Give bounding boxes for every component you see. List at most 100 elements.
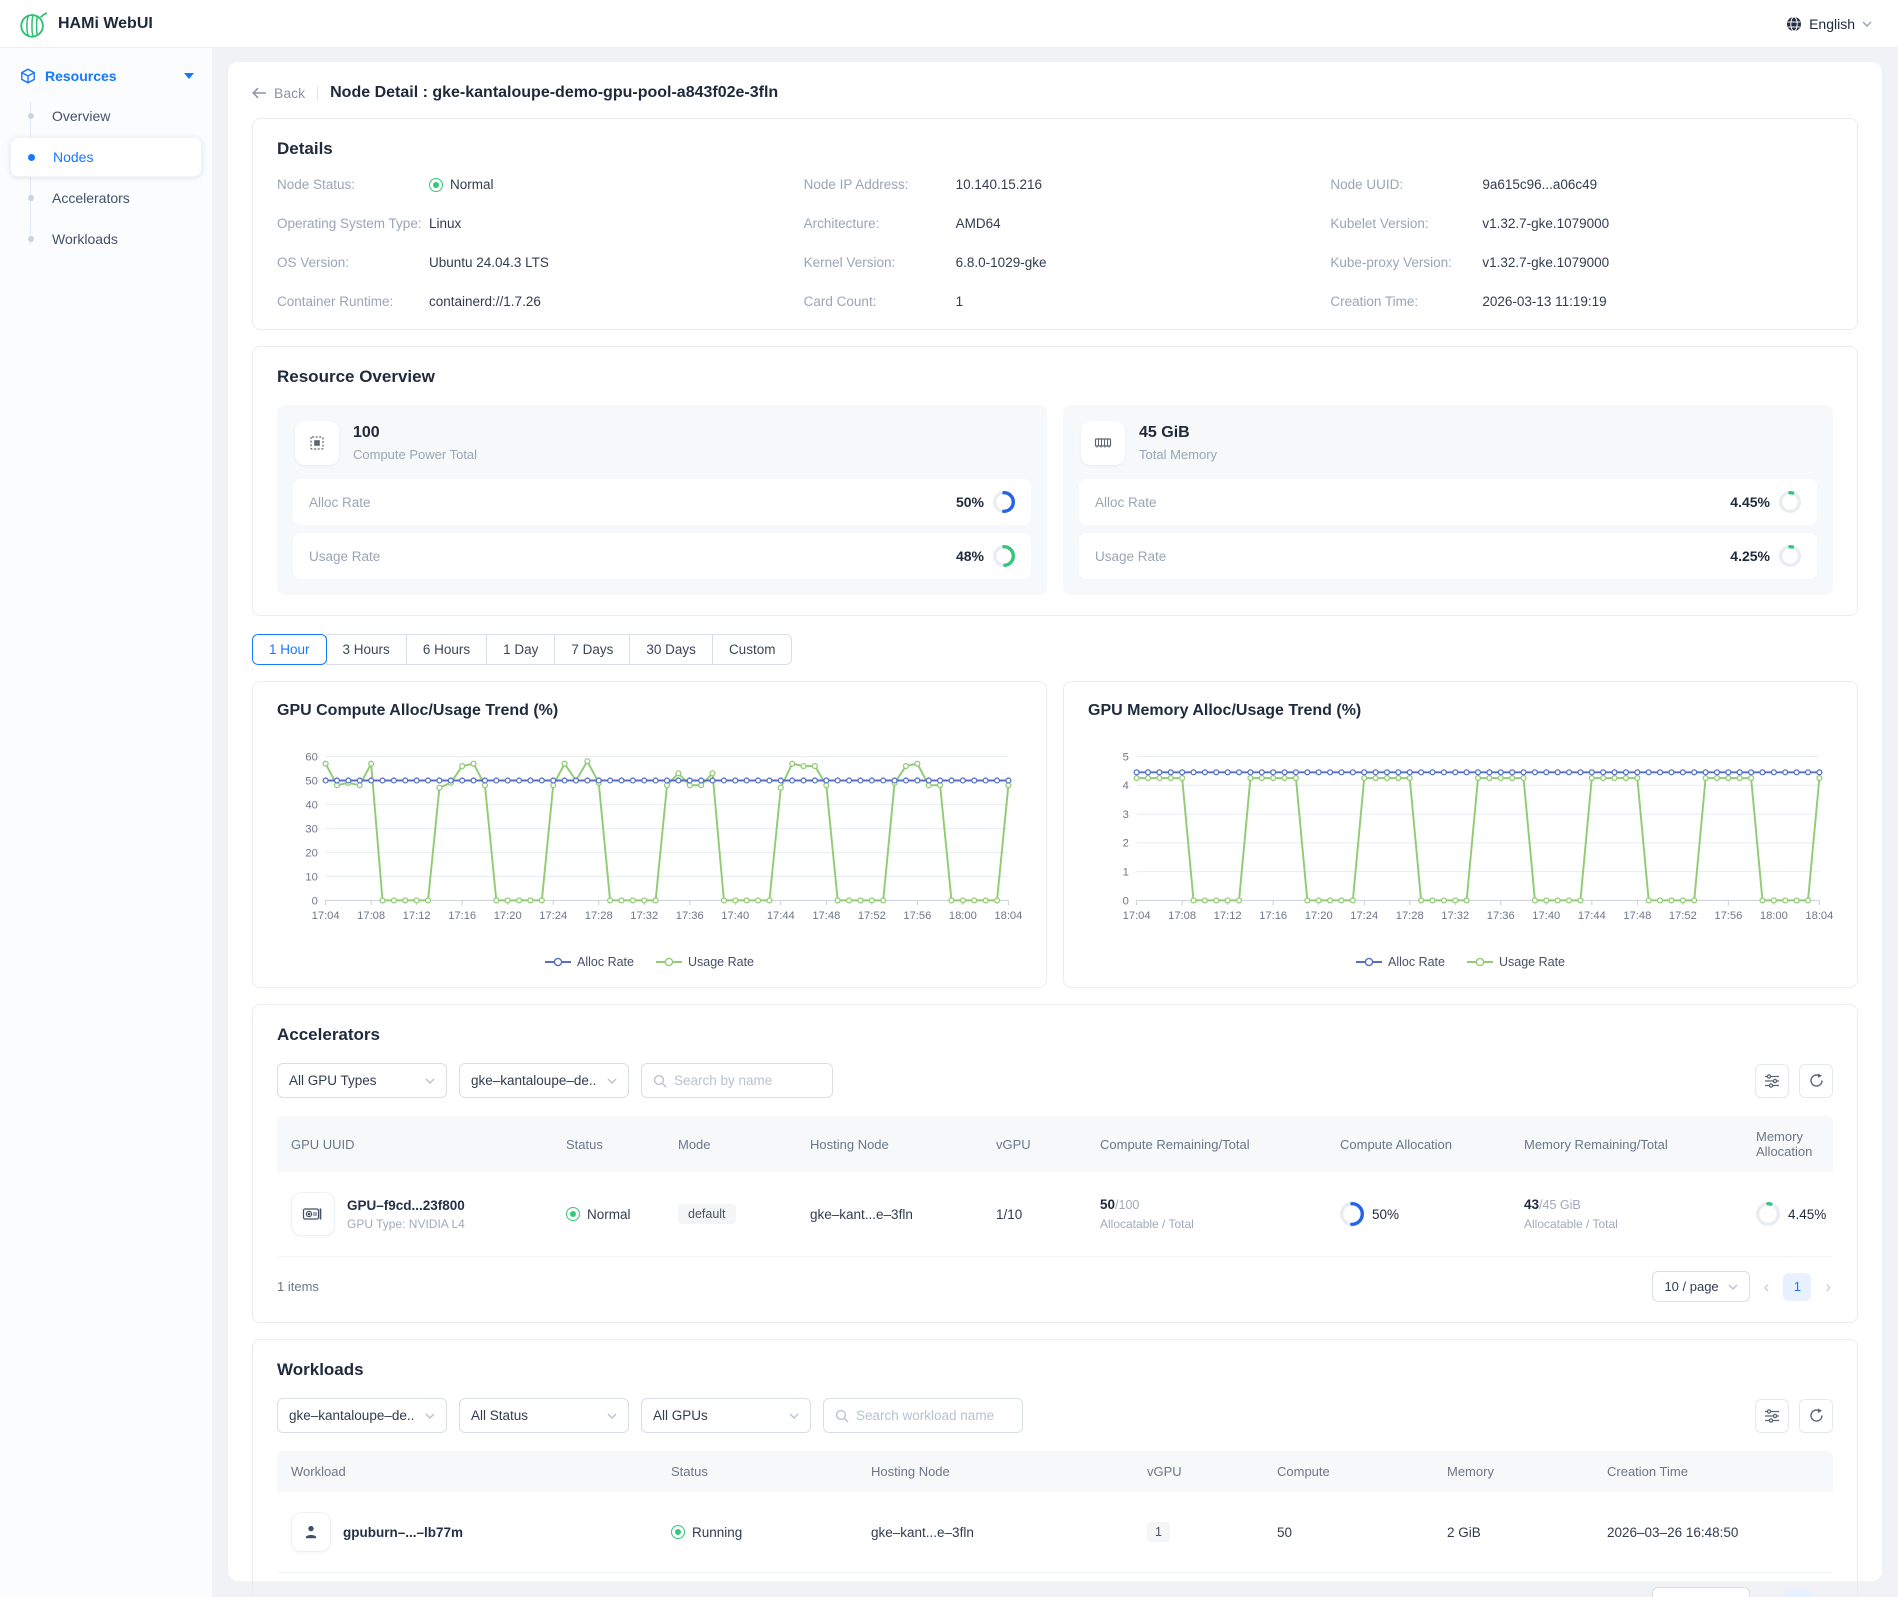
svg-text:2: 2 [1123,838,1129,850]
tab-30-days[interactable]: 30 Days [629,634,713,665]
detail-field-architecture: Architecture: AMD64 [804,216,1307,231]
column-settings-button[interactable] [1755,1064,1789,1098]
gpu-chip-icon [295,421,339,465]
memory-alloc-donut [1779,491,1801,513]
brand-name: HAMi WebUI [58,15,153,33]
sidebar-nav: Overview Nodes Accelerators Workloads [10,96,202,259]
legend-marker-icon [1467,957,1493,967]
chevron-down-icon [607,1413,617,1419]
memory-alloc-rate-row: Alloc Rate 4.45% [1079,479,1817,525]
tab-3-hours[interactable]: 3 Hours [326,634,407,665]
compute-usage-rate-value: 48% [956,548,984,564]
gpu-type-select[interactable]: All GPU Types [277,1063,447,1098]
chart-legend: Alloc Rate Usage Rate [277,955,1022,969]
workload-table-row[interactable]: gpuburn–...–lb77m Running gke–kant...e–3… [277,1492,1833,1573]
memory-usage-rate-value: 4.25% [1730,548,1770,564]
back-label: Back [274,85,305,101]
svg-text:17:12: 17:12 [1214,910,1242,922]
detail-field-node-ip: Node IP Address: 10.140.15.216 [804,177,1307,192]
workloads-filters: gke–kantaloupe–de... All Status All GPUs [277,1398,1833,1433]
topbar: HAMi WebUI English [0,0,1898,48]
memory-allocation-donut [1756,1202,1780,1226]
sidebar-item-workloads[interactable]: Workloads [10,219,202,259]
accelerator-search-input[interactable] [674,1073,821,1088]
tab-1-hour[interactable]: 1 Hour [252,634,327,665]
gpu-uuid[interactable]: GPU–f9cd...23f800 [347,1198,465,1213]
memory-total-value: 45 GiB [1139,424,1217,442]
svg-text:18:00: 18:00 [949,910,977,922]
workloads-pagination: 1 items 10 / page ‹ 1 › [277,1587,1833,1597]
legend-item-alloc-rate[interactable]: Alloc Rate [1356,955,1445,969]
compute-allocation-donut [1340,1202,1364,1226]
refresh-button[interactable] [1799,1064,1833,1098]
svg-text:20: 20 [305,847,317,859]
gpu-memory-trend-chart: 01234517:0417:0817:1217:1617:2017:2417:2… [1088,740,1833,948]
workload-gpus-select[interactable]: All GPUs [641,1398,811,1433]
workload-hosting-node: gke–kant...e–3fln [857,1505,1133,1560]
detail-field-os-version: OS Version: Ubuntu 24.04.3 LTS [277,255,780,270]
sidebar-section-resources[interactable]: Resources [10,58,202,94]
legend-item-usage-rate[interactable]: Usage Rate [1467,955,1565,969]
sidebar-item-label: Accelerators [52,190,130,206]
workload-status-select[interactable]: All Status [459,1398,629,1433]
detail-value: Normal [450,177,494,192]
svg-text:3: 3 [1123,809,1129,821]
back-button[interactable]: Back [252,85,305,101]
refresh-button[interactable] [1799,1399,1833,1433]
accelerator-table-row[interactable]: GPU–f9cd...23f800 GPU Type: NVIDIA L4 No… [277,1172,1833,1257]
page-number-button[interactable]: 1 [1783,1589,1811,1597]
detail-field-card-count: Card Count: 1 [804,294,1307,309]
prev-page-button[interactable]: ‹ [1762,1278,1772,1295]
tab-1-day[interactable]: 1 Day [486,634,555,665]
compute-usage-rate-row: Usage Rate 48% [293,533,1031,579]
svg-text:17:36: 17:36 [676,910,704,922]
items-count: 1 items [277,1279,319,1294]
status-running-icon [671,1525,685,1539]
content-area: Back Node Detail : gke-kantaloupe-demo-g… [212,48,1898,1597]
compute-alloc-rate-row: Alloc Rate 50% [293,479,1031,525]
tab-custom[interactable]: Custom [712,634,793,665]
workload-node-select[interactable]: gke–kantaloupe–de... [277,1398,447,1433]
svg-text:0: 0 [312,895,318,907]
workload-creation-time: 2026–03–26 16:48:50 [1593,1505,1833,1560]
sidebar-item-nodes[interactable]: Nodes [10,137,202,177]
detail-field-container-runtime: Container Runtime: containerd://1.7.26 [277,294,780,309]
language-selector[interactable]: English [1786,16,1898,32]
svg-text:17:32: 17:32 [1441,910,1469,922]
svg-text:17:08: 17:08 [357,910,385,922]
sidebar-item-accelerators[interactable]: Accelerators [10,178,202,218]
next-page-button[interactable]: › [1823,1278,1833,1295]
hami-logo-icon [18,9,48,39]
detail-field-os-type: Operating System Type: Linux [277,216,780,231]
svg-text:17:40: 17:40 [1532,910,1560,922]
tab-7-days[interactable]: 7 Days [554,634,630,665]
compute-alloc-rate-value: 50% [956,494,984,510]
page-size-select[interactable]: 10 / page [1652,1271,1749,1302]
svg-text:4: 4 [1123,780,1129,792]
nav-dot [28,195,34,201]
node-select[interactable]: gke–kantaloupe–de... [459,1063,629,1098]
workload-name[interactable]: gpuburn–...–lb77m [343,1525,463,1540]
compute-usage-donut [993,545,1015,567]
page-title: Node Detail : gke-kantaloupe-demo-gpu-po… [330,84,778,102]
svg-text:30: 30 [305,823,317,835]
memory-total-label: Total Memory [1139,447,1217,462]
memory-allocation: 4.45% [1742,1182,1840,1246]
tab-6-hours[interactable]: 6 Hours [406,634,487,665]
gpu-hosting-node: gke–kant...e–3fln [796,1187,982,1242]
legend-item-alloc-rate[interactable]: Alloc Rate [545,955,634,969]
detail-field-kube-proxy-version: Kube-proxy Version: v1.32.7-gke.1079000 [1330,255,1833,270]
details-card: Details Node Status: Normal Node IP Addr… [252,118,1858,330]
accelerators-card: Accelerators All GPU Types gke–kantaloup… [252,1004,1858,1323]
page-number-button[interactable]: 1 [1783,1273,1811,1301]
legend-item-usage-rate[interactable]: Usage Rate [656,955,754,969]
mode-tag: default [678,1204,736,1224]
language-label: English [1809,16,1855,32]
workload-search-input[interactable] [856,1408,1011,1423]
column-settings-button[interactable] [1755,1399,1789,1433]
page-size-select[interactable]: 10 / page [1652,1587,1749,1597]
compute-alloc-donut [993,491,1015,513]
resource-overview-card: Resource Overview 100 [252,346,1858,616]
detail-field-kubelet-version: Kubelet Version: v1.32.7-gke.1079000 [1330,216,1833,231]
sidebar-item-overview[interactable]: Overview [10,96,202,136]
